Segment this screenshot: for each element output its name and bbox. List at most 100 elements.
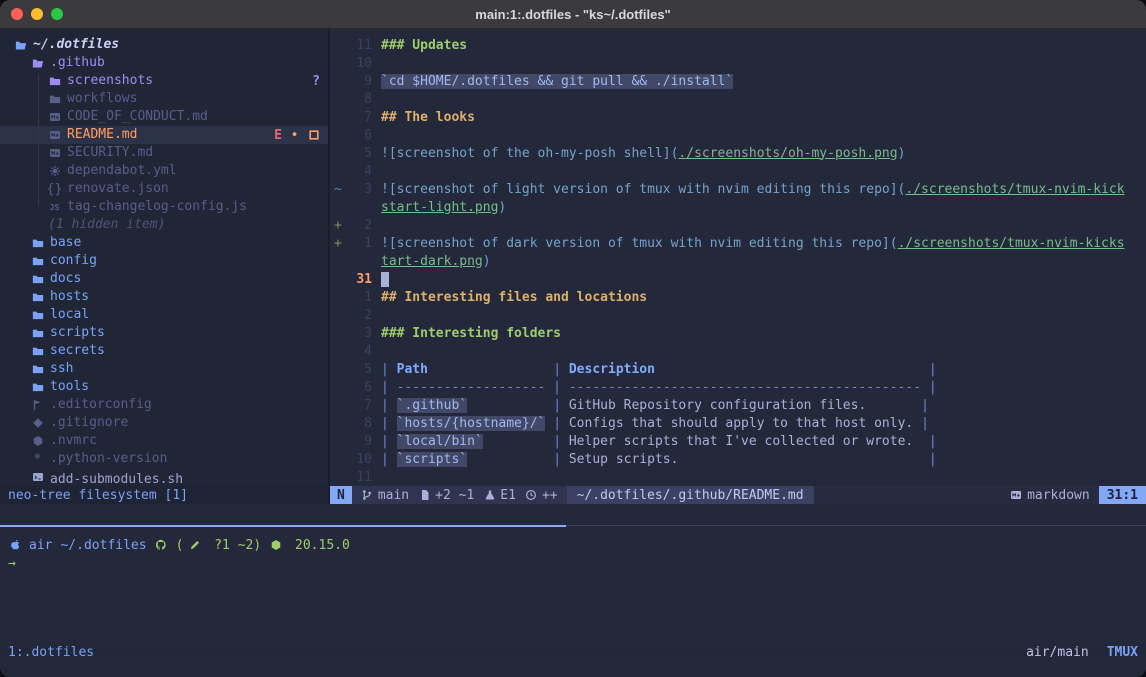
tree-item-nvmrc[interactable]: .nvmrc xyxy=(0,432,328,450)
github-icon xyxy=(155,539,168,552)
text-segment: | xyxy=(381,452,397,467)
line-number: 8 xyxy=(346,92,372,107)
text-segment xyxy=(913,434,929,449)
gear-icon xyxy=(48,165,61,178)
buffer-line-2[interactable]: +2 xyxy=(330,216,1146,234)
minimize-button[interactable] xyxy=(31,8,43,20)
tree-item-python-version[interactable]: *.python-version xyxy=(0,450,328,468)
buffer-line-6[interactable]: 6| ------------------- | ---------------… xyxy=(330,378,1146,396)
tree-item-renovate-json[interactable]: {}renovate.json xyxy=(0,180,328,198)
line-number: 3 xyxy=(346,182,372,197)
tree-item-code-of-conduct-md[interactable]: CODE_OF_CONDUCT.md xyxy=(0,108,328,126)
text-segment: ![screenshot of dark version of tmux wit… xyxy=(381,236,898,251)
tree-item-readme-md[interactable]: README.mdE• xyxy=(0,126,328,144)
buffer-line-1[interactable]: 1## Interesting files and locations xyxy=(330,288,1146,306)
diagnostics: E1 xyxy=(483,488,516,503)
tree-item-workflows[interactable]: workflows xyxy=(0,90,328,108)
tree-item-add-submodules-sh[interactable]: add-submodules.sh xyxy=(0,468,328,486)
text-segment xyxy=(655,362,929,377)
text-segment: Description xyxy=(569,362,655,377)
tree-item-docs[interactable]: docs xyxy=(0,270,328,288)
buffer-line-11[interactable]: 11### Updates xyxy=(330,36,1146,54)
line-number: 1 xyxy=(346,236,372,251)
markdown-icon xyxy=(48,129,61,142)
tree-item-config[interactable]: config xyxy=(0,252,328,270)
editor-buffer[interactable]: 11### Updates109`cd $HOME/.dotfiles && g… xyxy=(330,28,1146,486)
tree-item-dotfiles[interactable]: ~/.dotfiles xyxy=(0,36,328,54)
prompt-segment xyxy=(8,539,21,552)
zoom-button[interactable] xyxy=(51,8,63,20)
tree-item-tools[interactable]: tools xyxy=(0,378,328,396)
tree-item-label: README.md xyxy=(67,126,137,144)
buffer-line-wrap-12[interactable]: tart-dark.png) xyxy=(330,252,1146,270)
tree-item-ssh[interactable]: ssh xyxy=(0,360,328,378)
command-input-line[interactable]: → xyxy=(8,554,1146,572)
tree-item-scripts[interactable]: scripts xyxy=(0,324,328,342)
line-text: ![screenshot of light version of tmux wi… xyxy=(381,182,1125,197)
buffer-line-31[interactable]: 31 xyxy=(330,270,1146,288)
line-text: ![screenshot of the oh-my-posh shell](./… xyxy=(381,146,905,161)
folder-icon xyxy=(31,273,44,286)
buffer-line-3[interactable]: 3### Interesting folders xyxy=(330,324,1146,342)
text-segment: Setup scripts. xyxy=(569,452,679,467)
line-text: `cd $HOME/.dotfiles && git pull && ./ins… xyxy=(381,74,733,89)
prompt-text: air xyxy=(29,538,52,553)
shell-pane[interactable]: air~/.dotfiles( ?1 ~2) 20.15.0 → xyxy=(0,528,1146,640)
folder-open-icon xyxy=(14,39,27,52)
tree-item-local[interactable]: local xyxy=(0,306,328,324)
tmux-pane-border[interactable] xyxy=(0,525,1146,527)
text-segment: | xyxy=(921,398,929,413)
markdown-icon xyxy=(1009,489,1022,502)
buffer-line-8[interactable]: 8| `hosts/{hostname}/` | Configs that sh… xyxy=(330,414,1146,432)
folder-icon xyxy=(31,237,44,250)
buffer-line-9[interactable]: 9| `local/bin` | Helper scripts that I'v… xyxy=(330,432,1146,450)
buffer-line-8[interactable]: 8 xyxy=(330,90,1146,108)
buffer-line-4[interactable]: 4 xyxy=(330,342,1146,360)
tree-item-gitignore[interactable]: .gitignore xyxy=(0,414,328,432)
text-segment: Helper scripts that I've collected or wr… xyxy=(569,434,913,449)
dot-icon: • xyxy=(288,129,301,142)
tree-item-security-md[interactable]: SECURITY.md xyxy=(0,144,328,162)
text-segment: | xyxy=(553,452,569,467)
buffer-line-4[interactable]: 4 xyxy=(330,162,1146,180)
buffer-line-7[interactable]: 7| `.github` | GitHub Repository configu… xyxy=(330,396,1146,414)
text-segment: ![screenshot of the oh-my-posh shell]( xyxy=(381,146,678,161)
buffer-line-10[interactable]: 10| `scripts` | Setup scripts. | xyxy=(330,450,1146,468)
tree-item-1-hidden-item[interactable]: (1 hidden item) xyxy=(0,216,328,234)
buffer-line-9[interactable]: 9`cd $HOME/.dotfiles && git pull && ./in… xyxy=(330,72,1146,90)
text-segment: | xyxy=(381,362,397,377)
tree-item-dependabot-yml[interactable]: dependabot.yml xyxy=(0,162,328,180)
line-text: | `.github` | GitHub Repository configur… xyxy=(381,398,929,413)
tree-item-editorconfig[interactable]: .editorconfig xyxy=(0,396,328,414)
text-segment xyxy=(866,398,921,413)
tree-item-secrets[interactable]: secrets xyxy=(0,342,328,360)
line-number: 5 xyxy=(346,362,372,377)
buffer-line-3[interactable]: ~3![screenshot of light version of tmux … xyxy=(330,180,1146,198)
text-segment xyxy=(678,452,928,467)
tree-item-hosts[interactable]: hosts xyxy=(0,288,328,306)
buffer-line-6[interactable]: 6 xyxy=(330,126,1146,144)
text-segment: | xyxy=(381,398,397,413)
buffer-line-5[interactable]: 5![screenshot of the oh-my-posh shell](.… xyxy=(330,144,1146,162)
buffer-line-5[interactable]: 5| Path | Description | xyxy=(330,360,1146,378)
tmux-window-item[interactable]: 1:.dotfiles xyxy=(8,645,94,660)
tree-item-screenshots[interactable]: screenshots? xyxy=(0,72,328,90)
buffer-line-10[interactable]: 10 xyxy=(330,54,1146,72)
tree-item-base[interactable]: base xyxy=(0,234,328,252)
buffer-line-1[interactable]: +1![screenshot of dark version of tmux w… xyxy=(330,234,1146,252)
diagnostics-label: E1 xyxy=(500,488,516,503)
line-text: tart-dark.png) xyxy=(381,254,491,269)
neo-tree-status-label: neo-tree filesystem [1] xyxy=(8,488,188,503)
tree-item-tag-changelog-config-js[interactable]: JStag-changelog-config.js xyxy=(0,198,328,216)
buffer-line-11[interactable]: 11 xyxy=(330,468,1146,486)
tree-item-label: (1 hidden item) xyxy=(48,216,165,234)
text-segment: | xyxy=(929,452,937,467)
buffer-line-2[interactable]: 2 xyxy=(330,306,1146,324)
square-icon xyxy=(307,129,320,142)
tree-item-label: hosts xyxy=(50,288,89,306)
buffer-line-wrap-9[interactable]: start-light.png) xyxy=(330,198,1146,216)
text-segment: | xyxy=(381,434,397,449)
tree-item-github[interactable]: .github xyxy=(0,54,328,72)
buffer-line-7[interactable]: 7## The looks xyxy=(330,108,1146,126)
close-button[interactable] xyxy=(11,8,23,20)
